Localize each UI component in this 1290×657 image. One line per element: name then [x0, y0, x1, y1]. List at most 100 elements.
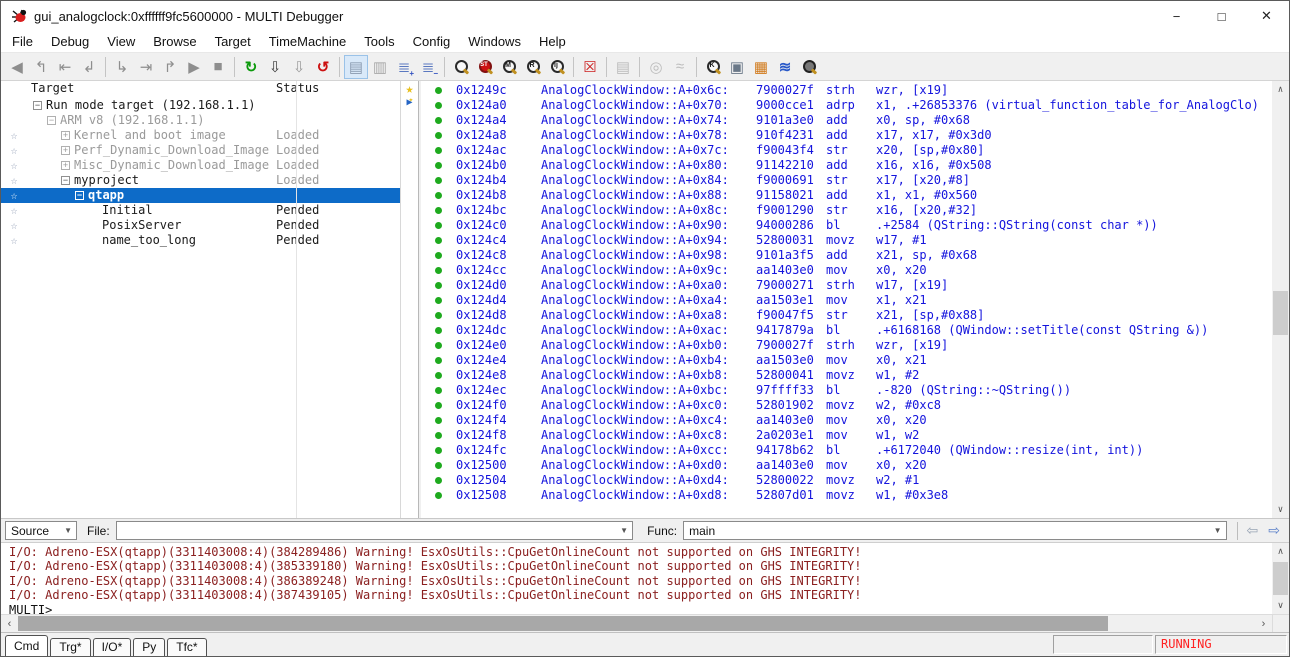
breakpoint-dot-icon[interactable]	[435, 162, 442, 169]
examine-view-icon[interactable]	[449, 55, 473, 79]
source-view-icon[interactable]: ▥	[368, 55, 392, 79]
signal-waveform-icon[interactable]: ≋	[773, 55, 797, 79]
trace-search-icon[interactable]	[797, 55, 821, 79]
bookmark-star-icon[interactable]: ☆	[1, 143, 27, 158]
breakpoint-dot-icon[interactable]	[435, 222, 442, 229]
menu-item-windows[interactable]: Windows	[459, 32, 530, 51]
tree-row-miscdynamicdownloadimage[interactable]: ☆+Misc_Dynamic_Download_ImageLoaded	[1, 158, 401, 173]
disasm-row-0x1249c[interactable]: 0x1249cAnalogClockWindow::A+0x6c:7900027…	[421, 83, 1272, 98]
breakpoint-dot-icon[interactable]	[435, 402, 442, 409]
tree-row-kernelandbootimage[interactable]: ☆+Kernel and boot imageLoaded	[1, 128, 401, 143]
step-into-icon[interactable]: ⇥	[134, 55, 158, 79]
breakpoint-dot-icon[interactable]	[435, 87, 442, 94]
step-over-icon[interactable]: ↳	[110, 55, 134, 79]
bookmark-star-icon[interactable]: ☆	[1, 233, 27, 248]
reload-image-icon[interactable]: ↺	[311, 55, 335, 79]
multi-prompt[interactable]: MULTI>	[9, 603, 1272, 614]
halt-icon[interactable]: ■	[206, 55, 230, 79]
func-combo[interactable]: main ▼	[683, 521, 1226, 540]
breakpoint-dot-icon[interactable]	[435, 477, 442, 484]
bookmark-star-icon[interactable]: ☆	[1, 218, 27, 233]
breakpoint-dot-icon[interactable]	[435, 462, 442, 469]
tab-trg[interactable]: Trg*	[50, 638, 90, 656]
breakpoint-dot-icon[interactable]	[435, 252, 442, 259]
scroll-right-icon[interactable]: ›	[1255, 615, 1272, 632]
breakpoint-dot-icon[interactable]	[435, 282, 442, 289]
go-icon[interactable]: ▶	[182, 55, 206, 79]
scroll-left-icon[interactable]: ‹	[1, 615, 18, 632]
tree-row-runmodetarget19216811[interactable]: −Run mode target (192.168.1.1)	[1, 98, 401, 113]
reverse-step-out-icon[interactable]: ↰	[29, 55, 53, 79]
disassembly-scrollbar[interactable]: ∧ ∨	[1272, 81, 1289, 518]
disasm-row-0x124cc[interactable]: 0x124ccAnalogClockWindow::A+0x9c:aa1403e…	[421, 263, 1272, 278]
breakpoint-dot-icon[interactable]	[435, 132, 442, 139]
tree-row-qtapp[interactable]: ☆−qtapp	[1, 188, 401, 203]
disasm-row-0x124a8[interactable]: 0x124a8AnalogClockWindow::A+0x78:910f423…	[421, 128, 1272, 143]
menu-item-debug[interactable]: Debug	[42, 32, 98, 51]
menu-item-target[interactable]: Target	[206, 32, 260, 51]
disasm-row-0x124ec[interactable]: 0x124ecAnalogClockWindow::A+0xbc:97ffff3…	[421, 383, 1272, 398]
menu-item-tools[interactable]: Tools	[355, 32, 403, 51]
close-button[interactable]: ✕	[1244, 1, 1289, 31]
expand-icon[interactable]: +	[61, 146, 70, 155]
disasm-row-0x124a0[interactable]: 0x124a0AnalogClockWindow::A+0x70:9000cce…	[421, 98, 1272, 113]
disasm-row-0x124f8[interactable]: 0x124f8AnalogClockWindow::A+0xc8:2a0203e…	[421, 428, 1272, 443]
expand-icon[interactable]: +	[61, 131, 70, 140]
breakpoint-dot-icon[interactable]	[435, 492, 442, 499]
tab-io[interactable]: I/O*	[93, 638, 132, 656]
scroll-thumb[interactable]	[1273, 562, 1288, 595]
disasm-row-0x124bc[interactable]: 0x124bcAnalogClockWindow::A+0x8c:f900129…	[421, 203, 1272, 218]
kernel-objects-icon[interactable]: K	[701, 55, 725, 79]
breakpoint-dot-icon[interactable]	[435, 147, 442, 154]
reverse-step-into-icon[interactable]: ⇤	[53, 55, 77, 79]
collapse-icon[interactable]: −	[75, 191, 84, 200]
bookmark-star-icon[interactable]: ☆	[1, 173, 27, 188]
resume-icon[interactable]: ↻	[239, 55, 263, 79]
breakpoint-dot-icon[interactable]	[435, 447, 442, 454]
window-list-icon[interactable]: ▣	[725, 55, 749, 79]
disasm-row-0x124b4[interactable]: 0x124b4AnalogClockWindow::A+0x84:f900069…	[421, 173, 1272, 188]
interlace-collapse-icon[interactable]: ≣−	[416, 55, 440, 79]
tree-row-posixserver[interactable]: ☆PosixServerPended	[1, 218, 401, 233]
disasm-row-0x124e4[interactable]: 0x124e4AnalogClockWindow::A+0xb4:aa1503e…	[421, 353, 1272, 368]
disasm-row-0x124c8[interactable]: 0x124c8AnalogClockWindow::A+0x98:9101a3f…	[421, 248, 1272, 263]
locals-view-icon[interactable]: ij	[545, 55, 569, 79]
step-out-icon[interactable]: ↱	[158, 55, 182, 79]
disasm-row-0x124f0[interactable]: 0x124f0AnalogClockWindow::A+0xc0:5280190…	[421, 398, 1272, 413]
collapse-icon[interactable]: −	[33, 101, 42, 110]
navigate-forward-icon[interactable]: ⇨	[1263, 522, 1285, 539]
assembly-view-icon[interactable]: ▤	[344, 55, 368, 79]
scroll-up-icon[interactable]: ∧	[1272, 81, 1289, 98]
breakpoint-dot-icon[interactable]	[435, 267, 442, 274]
breakpoint-dot-icon[interactable]	[435, 192, 442, 199]
disasm-row-0x124ac[interactable]: 0x124acAnalogClockWindow::A+0x7c:f90043f…	[421, 143, 1272, 158]
menu-item-browse[interactable]: Browse	[144, 32, 205, 51]
disasm-row-0x12500[interactable]: 0x12500AnalogClockWindow::A+0xd0:aa1403e…	[421, 458, 1272, 473]
bookmark-star-icon[interactable]: ☆	[1, 203, 27, 218]
breakpoint-dot-icon[interactable]	[435, 327, 442, 334]
menu-item-timemachine[interactable]: TimeMachine	[260, 32, 356, 51]
reverse-continue-icon[interactable]: ◀	[5, 55, 29, 79]
disasm-row-0x124b0[interactable]: 0x124b0AnalogClockWindow::A+0x80:9114221…	[421, 158, 1272, 173]
flash-program-icon[interactable]: ⇩	[287, 55, 311, 79]
interlace-expand-icon[interactable]: ≣+	[392, 55, 416, 79]
download-icon[interactable]: ⇩	[263, 55, 287, 79]
tree-row-nametoolong[interactable]: ☆name_too_longPended	[1, 233, 401, 248]
breakpoint-dot-icon[interactable]	[435, 237, 442, 244]
scroll-up-icon[interactable]: ∧	[1272, 543, 1289, 560]
disasm-row-0x124f4[interactable]: 0x124f4AnalogClockWindow::A+0xc4:aa1403e…	[421, 413, 1272, 428]
scroll-down-icon[interactable]: ∨	[1272, 597, 1289, 614]
bookmark-star-icon[interactable]: ☆	[1, 128, 27, 143]
scroll-thumb[interactable]	[1273, 291, 1288, 335]
breakpoint-dot-icon[interactable]	[435, 102, 442, 109]
disasm-row-0x124dc[interactable]: 0x124dcAnalogClockWindow::A+0xac:9417879…	[421, 323, 1272, 338]
source-mode-select[interactable]: Source ▼	[5, 521, 77, 540]
scroll-down-icon[interactable]: ∨	[1272, 501, 1289, 518]
memory-grid-icon[interactable]: ▦	[749, 55, 773, 79]
disasm-row-0x124c4[interactable]: 0x124c4AnalogClockWindow::A+0x94:5280003…	[421, 233, 1272, 248]
breakpoint-dot-icon[interactable]	[435, 432, 442, 439]
disasm-row-0x124b8[interactable]: 0x124b8AnalogClockWindow::A+0x88:9115802…	[421, 188, 1272, 203]
menu-item-help[interactable]: Help	[530, 32, 575, 51]
console-scrollbar[interactable]: ∧ ∨	[1272, 543, 1289, 614]
static-data-view-icon[interactable]: ST	[473, 55, 497, 79]
